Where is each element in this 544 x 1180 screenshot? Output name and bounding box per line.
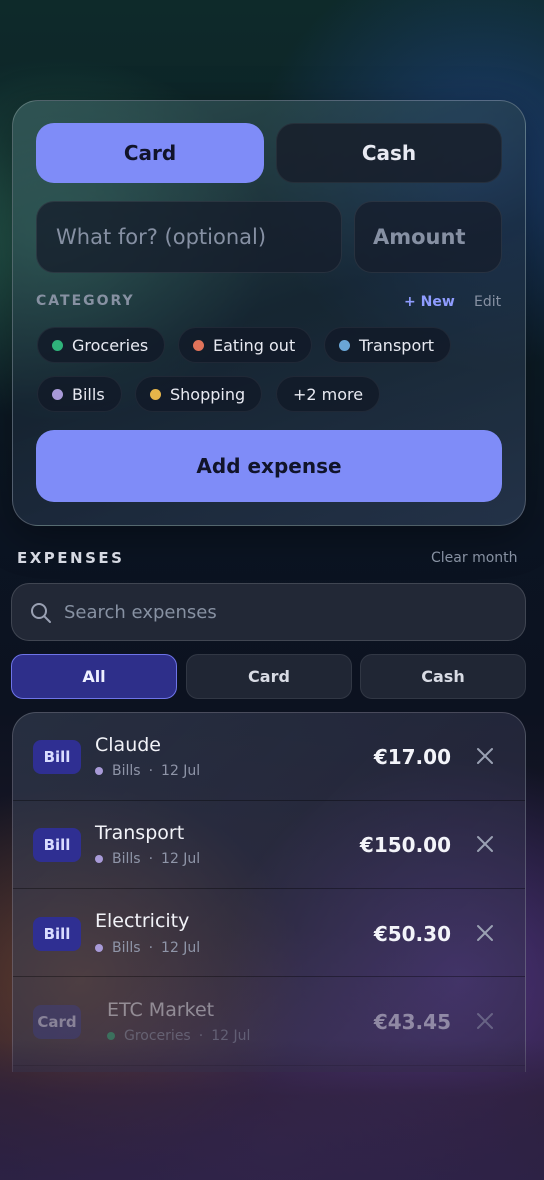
category-chip-transport[interactable]: Transport (324, 327, 452, 363)
expense-meta: Bills · 12 Jul (95, 851, 200, 867)
category-dot (95, 767, 103, 775)
category-chip-label: Shopping (170, 384, 246, 404)
expense-date: 12 Jul (161, 763, 201, 779)
category-chip-groceries[interactable]: Groceries (37, 327, 166, 363)
expenses-heading: EXPENSES (17, 549, 125, 567)
expense-category: Bills (112, 851, 141, 867)
clear-month-button[interactable]: Clear month (431, 550, 518, 566)
filter-all[interactable]: All (11, 654, 177, 699)
expense-row[interactable]: Bill Electricity Bills · 12 Jul €50.30 (13, 889, 525, 977)
category-dot (52, 339, 63, 351)
expense-date: 12 Jul (161, 940, 201, 956)
category-chip-shopping[interactable]: Shopping (135, 376, 263, 412)
expense-title: Transport (95, 822, 185, 844)
expense-date: 12 Jul (161, 851, 201, 867)
payment-tab-card[interactable]: Card (36, 123, 264, 183)
description-input[interactable]: What for? (optional) (36, 201, 342, 273)
search-icon (31, 603, 51, 623)
add-expense-button[interactable]: Add expense (36, 430, 502, 502)
category-dot (95, 855, 103, 863)
bottom-fade (0, 1040, 544, 1180)
payment-badge: Card (33, 1005, 81, 1039)
expense-amount: €150.00 (359, 833, 451, 857)
category-heading: CATEGORY (36, 293, 135, 309)
category-chip-label: Eating out (213, 335, 296, 355)
expense-row[interactable]: Bill Claude Bills · 12 Jul €17.00 (13, 713, 525, 801)
filter-cash[interactable]: Cash (360, 654, 526, 699)
category-chip-eating-out[interactable]: Eating out (178, 327, 313, 363)
new-category-button[interactable]: + New (404, 294, 455, 310)
expense-list: Bill Claude Bills · 12 Jul €17.00 Bill T… (12, 712, 526, 1072)
payment-tab-cash[interactable]: Cash (276, 123, 502, 183)
category-dot (193, 339, 204, 351)
expense-title: Claude (95, 734, 161, 756)
search-input[interactable]: Search expenses (11, 583, 526, 641)
meta-separator: · (148, 763, 154, 779)
more-categories-label: +2 more (293, 384, 364, 404)
more-categories-chip[interactable]: +2 more (276, 376, 381, 412)
category-dot (339, 339, 350, 351)
expense-amount: €43.45 (373, 1010, 451, 1034)
category-chip-label: Groceries (72, 335, 149, 355)
close-icon[interactable] (476, 1012, 494, 1030)
payment-badge: Bill (33, 740, 81, 774)
category-dot (95, 944, 103, 952)
category-chip-label: Bills (72, 384, 105, 404)
payment-badge: Bill (33, 828, 81, 862)
expense-meta: Bills · 12 Jul (95, 940, 200, 956)
filter-card[interactable]: Card (186, 654, 352, 699)
expense-category: Bills (112, 763, 141, 779)
expense-amount: €50.30 (373, 922, 451, 946)
payment-badge: Bill (33, 917, 81, 951)
category-dot (150, 388, 161, 400)
meta-separator: · (148, 940, 154, 956)
search-placeholder: Search expenses (64, 601, 217, 623)
expense-title: Electricity (95, 910, 190, 932)
category-dot (52, 388, 63, 400)
expense-amount: €17.00 (373, 745, 451, 769)
category-chip-bills[interactable]: Bills (37, 376, 122, 412)
expense-category: Bills (112, 940, 141, 956)
expense-meta: Bills · 12 Jul (95, 763, 200, 779)
category-chip-label: Transport (359, 335, 435, 355)
close-icon[interactable] (476, 747, 494, 765)
category-dot (107, 1032, 115, 1040)
close-icon[interactable] (476, 835, 494, 853)
close-icon[interactable] (476, 924, 494, 942)
edit-categories-button[interactable]: Edit (474, 294, 501, 310)
add-expense-panel: Card Cash What for? (optional) Amount CA… (12, 100, 526, 526)
meta-separator: · (148, 851, 154, 867)
amount-input[interactable]: Amount (354, 201, 502, 273)
expense-row[interactable]: Bill Transport Bills · 12 Jul €150.00 (13, 801, 525, 889)
expense-title: ETC Market (107, 999, 215, 1021)
